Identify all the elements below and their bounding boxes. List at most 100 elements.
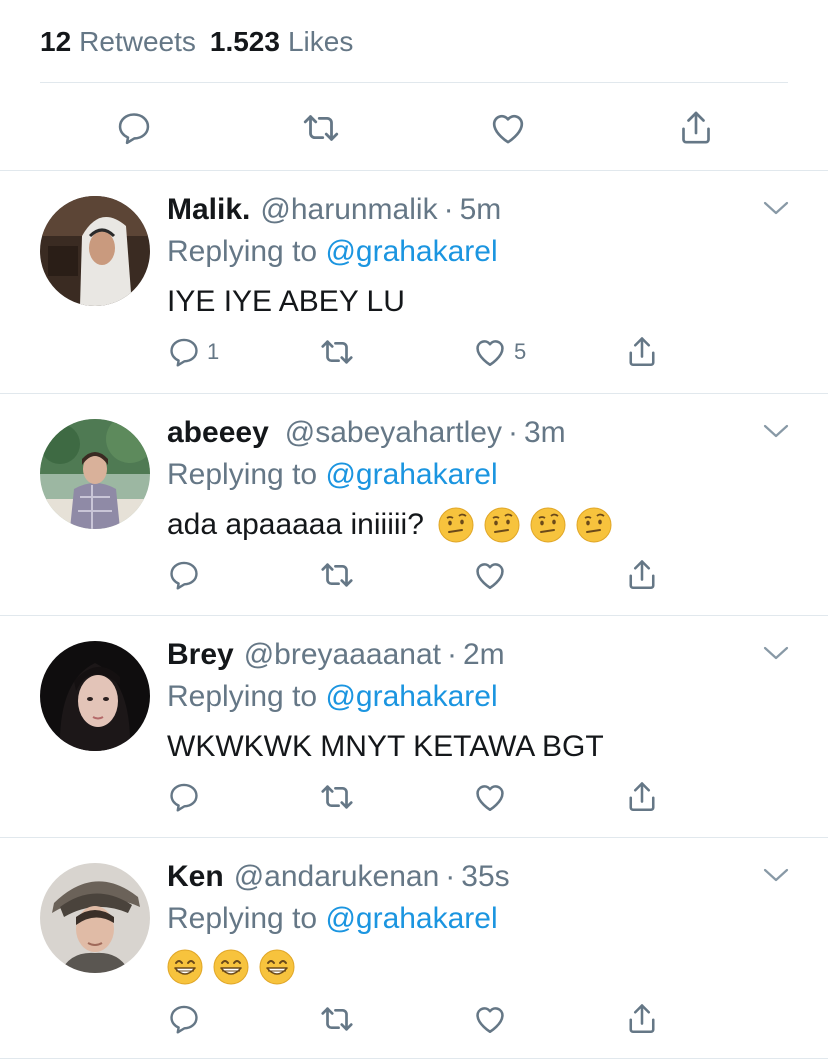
mention-link[interactable]: @grahakarel — [325, 680, 497, 713]
share-icon — [624, 779, 660, 815]
retweets-label[interactable]: Retweets — [79, 22, 196, 62]
replying-to-label: Replying to — [167, 235, 318, 268]
reply-button[interactable] — [167, 999, 201, 1039]
user-handle[interactable]: @sabeyahartley — [285, 416, 502, 449]
avatar[interactable] — [40, 196, 150, 306]
tweet-text-content: WKWKWK MNYT KETAWA BGT — [167, 730, 604, 763]
likes-label[interactable]: Likes — [288, 22, 353, 62]
display-name[interactable]: Brey — [167, 638, 234, 671]
avatar[interactable] — [40, 863, 150, 973]
mention-link[interactable]: @grahakarel — [325, 902, 497, 935]
replying-to: Replying to @grahakarel — [167, 455, 498, 495]
reply-icon — [167, 558, 201, 592]
face-with-raised-eyebrow-emoji — [484, 507, 520, 543]
retweet-icon — [318, 778, 356, 816]
reply-button[interactable] — [167, 777, 201, 817]
separator-dot: · — [443, 193, 454, 226]
mention-link[interactable]: @grahakarel — [325, 458, 497, 491]
retweet-icon — [318, 556, 356, 594]
display-name[interactable]: Ken — [167, 860, 224, 893]
replying-to: Replying to @grahakarel — [167, 677, 498, 717]
more-options-button[interactable] — [762, 198, 790, 218]
like-button[interactable] — [472, 555, 508, 595]
user-handle[interactable]: @andarukenan — [234, 860, 440, 893]
like-button[interactable] — [472, 777, 508, 817]
tweet-divider — [0, 393, 828, 394]
share-button[interactable] — [624, 777, 660, 817]
main-retweet-button[interactable] — [298, 105, 344, 151]
tweet-actions — [0, 555, 828, 595]
main-reply-button[interactable] — [111, 105, 157, 151]
retweets-count[interactable]: 12 — [40, 22, 71, 62]
reply-tweet[interactable]: Ken @andarukenan · 35s Replying to @grahaka… — [0, 839, 828, 1061]
share-button[interactable] — [624, 555, 660, 595]
retweet-button[interactable] — [318, 332, 356, 372]
display-name[interactable]: Malik. — [167, 193, 250, 226]
retweet-button[interactable] — [318, 999, 356, 1039]
retweet-button[interactable] — [318, 555, 356, 595]
more-options-button[interactable] — [762, 643, 790, 663]
reply-button[interactable] — [167, 555, 201, 595]
tweet-header: Brey @breyaaaanat · 2m — [167, 635, 505, 675]
user-handle[interactable]: @harunmalik — [260, 193, 437, 226]
replying-to-label: Replying to — [167, 680, 318, 713]
timestamp[interactable]: 3m — [524, 416, 566, 449]
replying-to: Replying to @grahakarel — [167, 899, 498, 939]
share-icon — [624, 334, 660, 370]
like-icon — [488, 108, 528, 148]
tweet-actions — [0, 777, 828, 817]
like-button[interactable] — [472, 999, 508, 1039]
retweet-icon — [300, 107, 342, 149]
timestamp[interactable]: 2m — [463, 638, 505, 671]
avatar[interactable] — [40, 641, 150, 751]
main-like-button[interactable] — [485, 105, 531, 151]
tweet-text — [167, 949, 295, 985]
reply-button[interactable]: 1 — [167, 332, 219, 372]
avatar[interactable] — [40, 419, 150, 529]
face-with-raised-eyebrow-emoji — [530, 507, 566, 543]
reply-tweet[interactable]: abeeey @sabeyahartley · 3m Replying to @gra… — [0, 395, 828, 617]
reply-icon — [115, 109, 153, 147]
more-options-button[interactable] — [762, 421, 790, 441]
main-share-button[interactable] — [673, 105, 719, 151]
retweet-icon — [318, 333, 356, 371]
separator-dot: · — [508, 416, 518, 449]
tweet-divider — [0, 615, 828, 616]
share-icon — [676, 108, 716, 148]
tweet-header: Ken @andarukenan · 35s — [167, 857, 510, 897]
tweet-stats: 12 Retweets 1.523 Likes — [40, 22, 353, 62]
chevron-down-icon — [762, 643, 790, 663]
share-button[interactable] — [624, 332, 660, 372]
mention-link[interactable]: @grahakarel — [325, 235, 497, 268]
tweet-header: abeeey @sabeyahartley · 3m — [167, 413, 566, 453]
like-button[interactable]: 5 — [472, 332, 526, 372]
display-name[interactable]: abeeey — [167, 416, 269, 449]
timestamp[interactable]: 35s — [461, 860, 509, 893]
likes-count[interactable]: 1.523 — [210, 22, 280, 62]
reply-icon — [167, 335, 201, 369]
separator-dot: · — [446, 638, 457, 671]
replying-to-label: Replying to — [167, 458, 318, 491]
replying-to-label: Replying to — [167, 902, 318, 935]
tweet-text-content: IYE IYE ABEY LU — [167, 285, 405, 318]
stats-divider — [40, 82, 788, 83]
like-count: 5 — [514, 339, 527, 364]
share-icon — [624, 557, 660, 593]
reply-tweet[interactable]: Brey @breyaaaanat · 2m Replying to @grahaka… — [0, 617, 828, 839]
like-icon — [472, 557, 508, 593]
share-button[interactable] — [624, 999, 660, 1039]
reply-icon — [167, 1002, 201, 1036]
chevron-down-icon — [762, 421, 790, 441]
tweet-text: WKWKWK MNYT KETAWA BGT — [167, 727, 604, 767]
grinning-face-emoji — [259, 949, 295, 985]
chevron-down-icon — [762, 865, 790, 885]
retweet-button[interactable] — [318, 777, 356, 817]
tweet-text: ada apaaaaa iniiiii? — [167, 505, 612, 545]
share-icon — [624, 1001, 660, 1037]
user-handle[interactable]: @breyaaaanat — [244, 638, 441, 671]
like-icon — [472, 779, 508, 815]
more-options-button[interactable] — [762, 865, 790, 885]
face-with-raised-eyebrow-emoji — [576, 507, 612, 543]
timestamp[interactable]: 5m — [460, 193, 502, 226]
reply-tweet[interactable]: Malik. @harunmalik · 5m Replying to @grahak… — [0, 172, 828, 394]
